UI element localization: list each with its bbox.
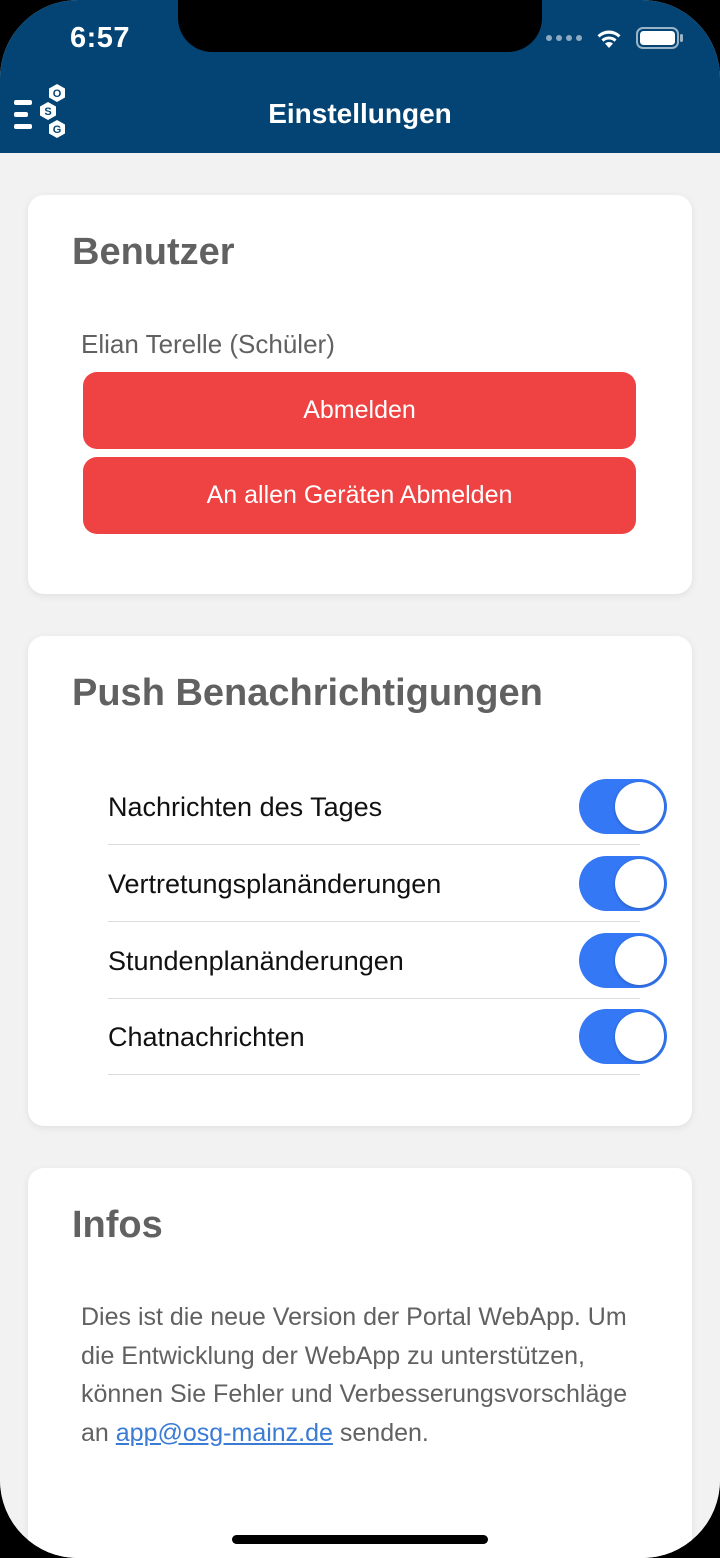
toggle-label: Chatnachrichten bbox=[108, 1022, 305, 1052]
contact-email-link[interactable]: app@osg-mainz.de bbox=[116, 1419, 333, 1447]
toggle-row-daily-news: Nachrichten des Tages bbox=[108, 768, 667, 845]
wifi-icon bbox=[597, 30, 621, 48]
page-title: Einstellungen bbox=[268, 98, 452, 129]
app-header: 6:57 O S G Einstellungen bbox=[0, 0, 720, 153]
logout-all-devices-button[interactable]: An allen Geräten Abmelden bbox=[83, 457, 636, 534]
toggle-row-chat-messages: Chatnachrichten bbox=[108, 998, 667, 1075]
toggle-row-substitution-changes: Vertretungsplanänderungen bbox=[108, 845, 667, 922]
toggle-label: Nachrichten des Tages bbox=[108, 792, 383, 822]
toggle-label: Stundenplanänderungen bbox=[108, 946, 404, 976]
toggle-knob bbox=[615, 1012, 664, 1061]
status-icons bbox=[546, 27, 684, 49]
push-card-title: Push Benachrichtigungen bbox=[72, 672, 543, 714]
user-card: Benutzer Elian Terelle (Schüler) Abmelde… bbox=[28, 195, 692, 594]
app-screen: 6:57 O S G Einstellungen Benutzer Elian … bbox=[0, 0, 720, 1558]
toggle-knob bbox=[615, 859, 664, 908]
timetable-changes-toggle[interactable] bbox=[579, 933, 667, 988]
toggle-knob bbox=[615, 936, 664, 985]
home-indicator[interactable] bbox=[232, 1535, 488, 1544]
substitution-changes-toggle[interactable] bbox=[579, 856, 667, 911]
chat-messages-toggle[interactable] bbox=[579, 1009, 667, 1064]
toggle-label: Vertretungsplanänderungen bbox=[108, 869, 442, 899]
toggle-knob bbox=[615, 782, 664, 831]
push-notifications-card: Push Benachrichtigungen Nachrichten des … bbox=[28, 636, 692, 1126]
info-text: Dies ist die neue Version der Portal Web… bbox=[81, 1298, 641, 1452]
status-time: 6:57 bbox=[70, 22, 131, 54]
settings-content[interactable]: Benutzer Elian Terelle (Schüler) Abmelde… bbox=[0, 153, 720, 1558]
info-text-outro: senden. bbox=[332, 1418, 429, 1447]
cellular-signal-icon bbox=[546, 35, 582, 41]
logout-button[interactable]: Abmelden bbox=[83, 372, 636, 449]
device-notch bbox=[178, 0, 542, 52]
user-card-title: Benutzer bbox=[72, 231, 235, 273]
info-card-title: Infos bbox=[72, 1204, 163, 1246]
toggle-row-timetable-changes: Stundenplanänderungen bbox=[108, 922, 667, 999]
info-card: Infos Dies ist die neue Version der Port… bbox=[28, 1168, 692, 1558]
user-name: Elian Terelle (Schüler) bbox=[81, 329, 335, 359]
battery-icon bbox=[636, 27, 683, 49]
daily-news-toggle[interactable] bbox=[579, 779, 667, 834]
